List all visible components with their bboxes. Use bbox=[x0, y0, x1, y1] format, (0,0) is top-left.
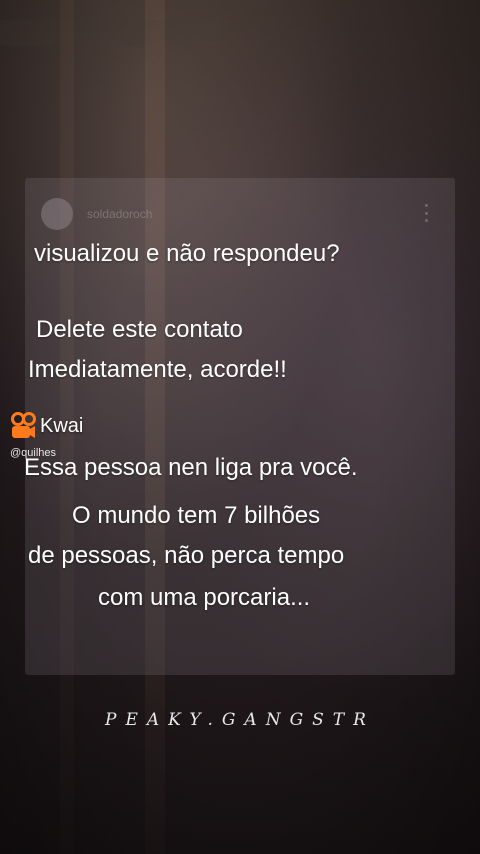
post-line-wake-up: Imediatamente, acorde!! bbox=[28, 356, 287, 383]
post-line-world: O mundo tem 7 bilhões bbox=[72, 502, 321, 529]
post-header: soldadoroch bbox=[41, 198, 152, 230]
kwai-logo-icon bbox=[11, 412, 36, 438]
kwai-handle: @quilhes bbox=[10, 447, 57, 459]
post-line-delete: Delete este contato bbox=[36, 316, 243, 343]
post-line-question: visualizou e não respondeu? bbox=[34, 240, 340, 267]
more-options-icon bbox=[425, 204, 429, 222]
post-line-garbage: com uma porcaria... bbox=[98, 584, 311, 611]
post-username: soldadoroch bbox=[87, 207, 153, 221]
kwai-watermark: Kwai bbox=[10, 412, 83, 440]
kwai-label: Kwai bbox=[40, 414, 84, 437]
post-line-people: de pessoas, não perca tempo bbox=[28, 542, 345, 569]
avatar bbox=[41, 198, 73, 230]
post-line-doesnt-care: Essa pessoa nen liga pra você. bbox=[24, 454, 358, 481]
creator-watermark: PEAKY.GANGSTR bbox=[105, 710, 375, 730]
